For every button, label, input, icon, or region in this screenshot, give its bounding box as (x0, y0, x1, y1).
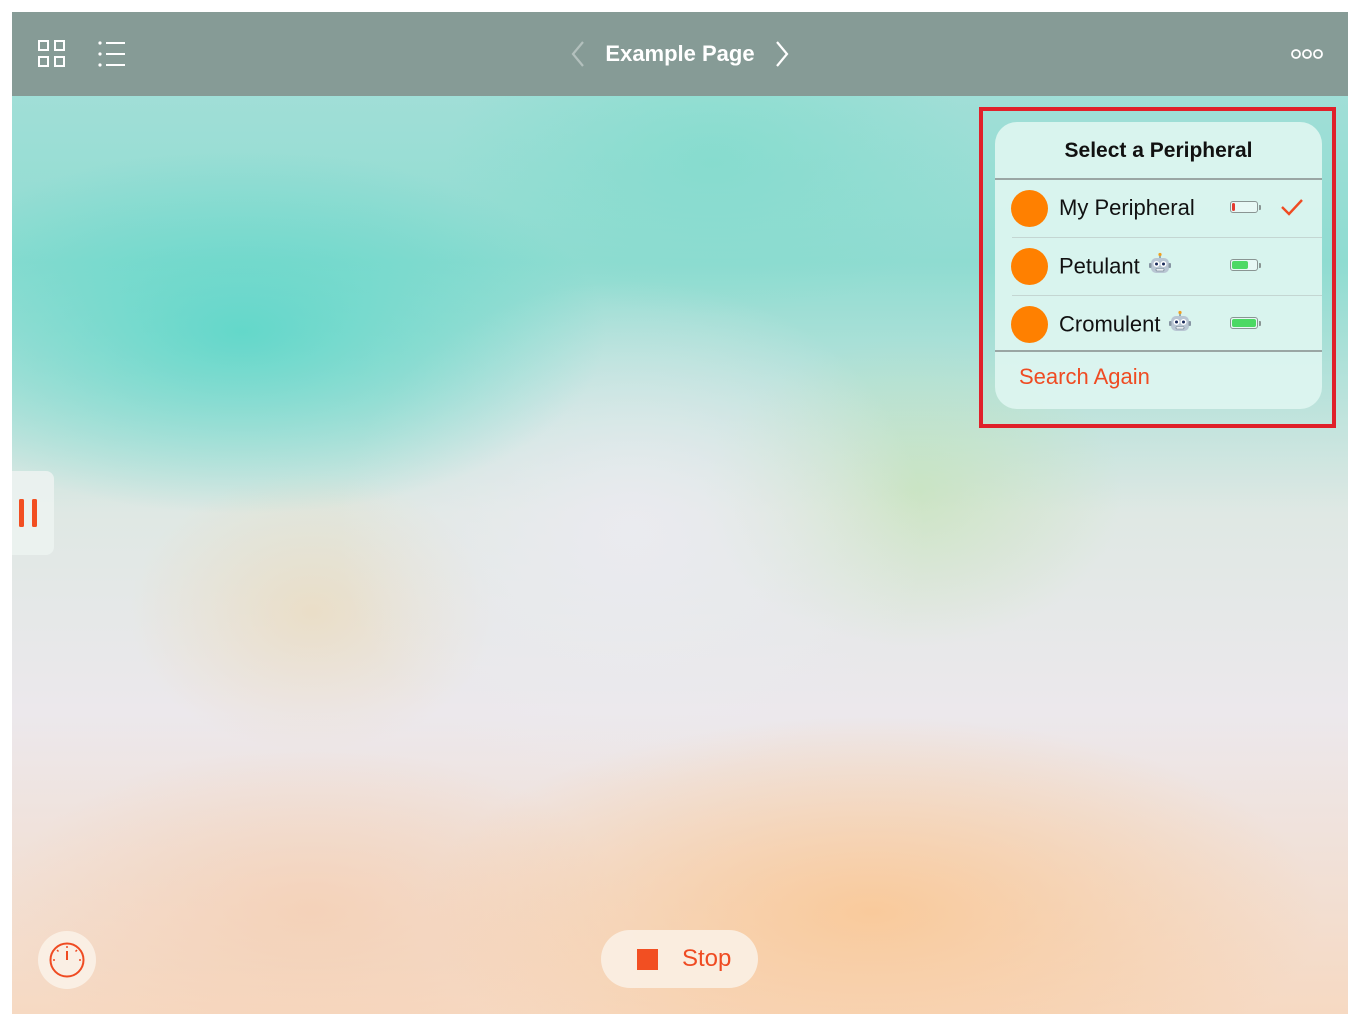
peripheral-popover: Select a Peripheral My Peripheral Petula… (995, 122, 1322, 409)
page-title: Example Page (605, 41, 755, 66)
stop-icon (637, 949, 658, 970)
peripheral-row[interactable]: Cromulent (995, 296, 1322, 353)
grid-icon[interactable] (38, 40, 66, 68)
peripheral-name-wrap: Cromulent (1059, 310, 1192, 341)
battery-level (1232, 261, 1248, 269)
battery-level (1232, 203, 1235, 211)
peripheral-dot (1011, 190, 1048, 227)
battery-icon (1230, 201, 1261, 213)
peripheral-dot (1011, 248, 1048, 285)
peripheral-name: My Peripheral (1059, 195, 1195, 220)
stop-button[interactable]: Stop (601, 930, 758, 988)
battery-level (1232, 319, 1256, 327)
battery-icon (1230, 317, 1261, 329)
peripheral-name: Cromulent (1059, 311, 1161, 337)
chevron-right-icon[interactable] (772, 40, 792, 68)
list-icon[interactable] (98, 40, 126, 68)
search-again-button[interactable]: Search Again (1019, 362, 1150, 392)
top-toolbar: Example Page (12, 12, 1348, 96)
peripheral-name-wrap: Petulant (1059, 252, 1172, 283)
pause-button[interactable] (12, 471, 54, 555)
more-icon[interactable] (1290, 44, 1324, 64)
stop-label: Stop (682, 945, 732, 972)
app-screen: Example Page Stop Select a Peripheral My… (12, 12, 1348, 1014)
gauge-button[interactable] (38, 931, 96, 989)
battery-icon (1230, 259, 1261, 271)
robot-icon (1168, 310, 1192, 341)
gauge-icon (48, 941, 86, 984)
checkmark-icon (1280, 197, 1304, 222)
peripheral-row[interactable]: My Peripheral (995, 180, 1322, 237)
peripheral-row[interactable]: Petulant (995, 238, 1322, 295)
pause-icon (18, 499, 40, 532)
peripheral-dot (1011, 306, 1048, 343)
peripheral-name: Petulant (1059, 253, 1140, 279)
robot-icon (1148, 252, 1172, 283)
popover-title: Select a Peripheral (1064, 139, 1253, 162)
divider (995, 350, 1322, 352)
